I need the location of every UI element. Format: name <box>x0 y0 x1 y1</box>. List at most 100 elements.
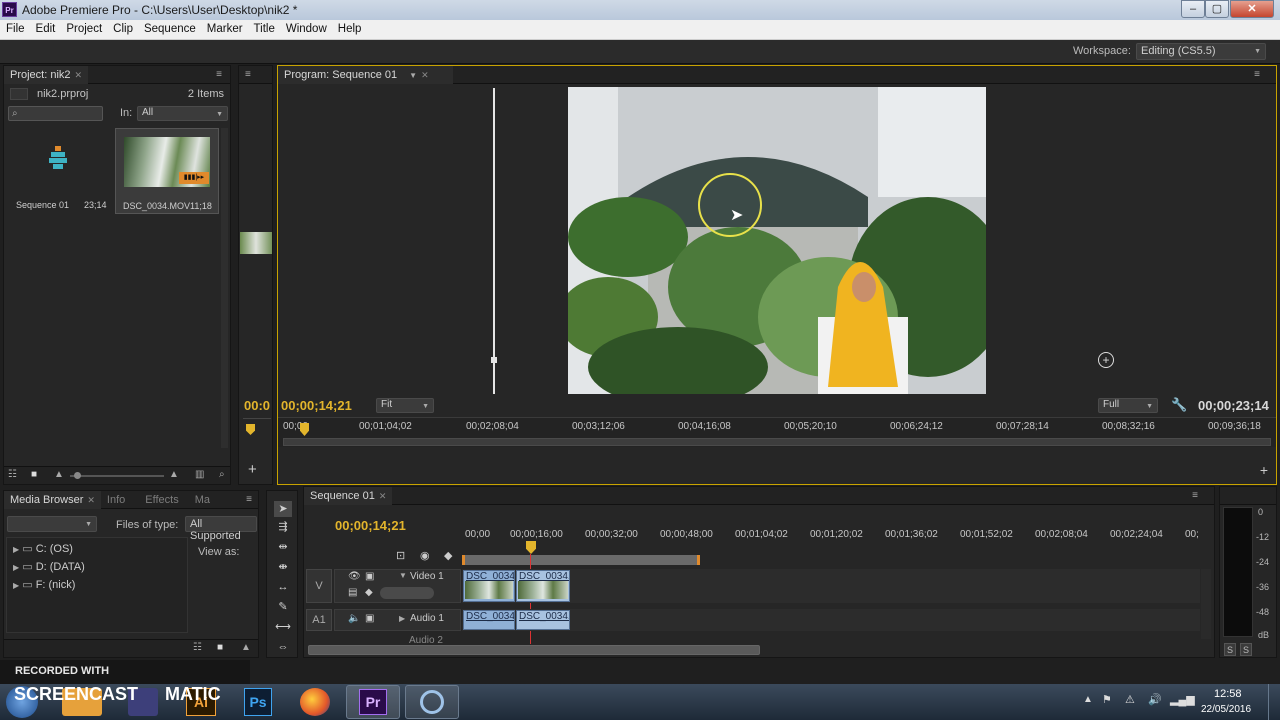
wrench-icon[interactable]: 🔧 <box>1171 397 1187 413</box>
volume-icon[interactable]: 🔊 <box>1148 693 1162 706</box>
minimize-button[interactable]: – <box>1181 0 1205 18</box>
workspace-dropdown[interactable]: Editing (CS5.5) <box>1136 43 1266 60</box>
project-item[interactable]: ▮▮▮|▸▸ DSC_0034.MOV 11;18 <box>115 128 219 214</box>
firefox-icon[interactable] <box>300 688 330 716</box>
timeline-timecode[interactable]: 00;00;14;21 <box>335 518 406 533</box>
audio-track-lane[interactable]: DSC_0034 DSC_0034. <box>462 609 1200 631</box>
ripple-edit-tool-icon[interactable]: ⇹ <box>274 539 292 555</box>
close-icon[interactable]: ✕ <box>87 495 95 505</box>
menu-window[interactable]: Window <box>280 20 332 35</box>
maximize-button[interactable]: ▢ <box>1205 0 1229 18</box>
menu-title[interactable]: Title <box>248 20 280 35</box>
zoom-out-icon[interactable]: ▲ <box>54 469 64 480</box>
signal-icon[interactable]: ▂▄▆ <box>1170 693 1195 706</box>
close-button[interactable]: ✕ <box>1230 0 1274 18</box>
video-track-lane[interactable]: DSC_0034 DSC_0034. <box>462 569 1200 603</box>
source-playhead[interactable] <box>246 424 255 435</box>
menu-help[interactable]: Help <box>332 20 367 35</box>
lock-icon[interactable]: ▣ <box>365 613 374 624</box>
timeline-horizontal-scrollbar[interactable] <box>308 645 760 655</box>
menu-clip[interactable]: Clip <box>107 20 138 35</box>
flag-icon[interactable]: ⚑ <box>1102 693 1112 706</box>
location-dropdown[interactable] <box>7 516 97 532</box>
add-button-icon[interactable]: + <box>1260 462 1268 478</box>
close-icon[interactable]: ✕ <box>379 491 387 501</box>
razor-tool-icon[interactable]: ✎ <box>274 599 292 615</box>
video-clip[interactable]: DSC_0034. <box>516 570 570 602</box>
keyframe-nav[interactable] <box>380 587 434 599</box>
expand-track-icon[interactable]: ▶ <box>399 614 405 623</box>
timeline-playhead[interactable] <box>526 541 536 554</box>
clock-time[interactable]: 12:58 <box>1214 688 1242 700</box>
find-icon[interactable]: ⌕ <box>219 469 225 480</box>
tab-sequence[interactable]: Sequence 01 ✕ <box>304 487 393 505</box>
rate-stretch-tool-icon[interactable]: ↔ <box>274 579 292 595</box>
timeline-ruler[interactable]: 00;00 00;00;16;00 00;00;32;00 00;00;48;0… <box>462 527 1200 644</box>
premiere-taskbar-button[interactable]: Pr <box>346 685 400 719</box>
zoom-icon[interactable]: ▲ <box>241 642 251 653</box>
icon-view-icon[interactable]: ■ <box>31 469 37 480</box>
add-marker-icon[interactable]: ◆ <box>444 549 452 562</box>
zoom-slider[interactable] <box>70 475 164 477</box>
display-style-icon[interactable]: ▤ <box>348 587 357 598</box>
audio-clip[interactable]: DSC_0034 <box>463 610 515 630</box>
expand-icon[interactable]: ▶ <box>13 563 19 572</box>
list-view-icon[interactable]: ☷ <box>193 642 202 653</box>
lock-icon[interactable]: ▣ <box>365 571 374 582</box>
expand-icon[interactable]: ▶ <box>13 581 19 590</box>
timeline-vertical-scrollbar[interactable] <box>1201 569 1211 639</box>
marker-icon[interactable]: ◉ <box>420 549 430 562</box>
media-taskbar-button[interactable] <box>405 685 459 719</box>
zoom-in-icon[interactable]: ▲ <box>169 469 179 480</box>
quality-dropdown[interactable]: Full <box>1098 398 1158 413</box>
keyframe-icon[interactable]: ◆ <box>365 587 373 598</box>
clock-date[interactable]: 22/05/2016 <box>1201 704 1251 715</box>
snap-icon[interactable]: ⊡ <box>396 549 405 562</box>
panel-menu-icon[interactable]: ≡ <box>1254 69 1260 80</box>
panel-menu-icon[interactable]: ≡ <box>245 69 251 80</box>
expand-icon[interactable]: ▶ <box>13 545 19 554</box>
list-view-icon[interactable]: ☷ <box>8 469 17 480</box>
eye-icon[interactable]: 👁 <box>348 571 361 582</box>
project-item[interactable]: Sequence 01 23;14 <box>6 128 112 214</box>
program-current-timecode[interactable]: 00;00;14;21 <box>281 398 352 413</box>
track-target-v[interactable]: V <box>306 569 332 603</box>
menu-file[interactable]: File <box>0 20 30 35</box>
video-frame[interactable]: ➤ <box>568 87 986 394</box>
drive-item[interactable]: ▶ ▭ C: (OS) <box>13 542 73 555</box>
files-of-type-dropdown[interactable]: All Supported <box>185 516 257 542</box>
audio-clip[interactable]: DSC_0034. <box>516 610 570 630</box>
zoom-slider-handle[interactable] <box>74 472 81 479</box>
slide-tool-icon[interactable]: ⇔ <box>274 639 292 655</box>
program-ruler[interactable]: 00;00 00;01;04;02 00;02;08;04 00;03;12;0… <box>278 417 1276 447</box>
expand-track-icon[interactable]: ▼ <box>399 571 407 580</box>
menu-marker[interactable]: Marker <box>201 20 248 35</box>
icon-view-icon[interactable]: ■ <box>217 642 223 653</box>
menu-edit[interactable]: Edit <box>30 20 61 35</box>
panel-menu-icon[interactable]: ≡ <box>246 494 252 505</box>
work-area-bar[interactable] <box>462 555 700 565</box>
rolling-edit-tool-icon[interactable]: ⇼ <box>274 559 292 575</box>
panel-menu-icon[interactable]: ≡ <box>216 69 222 80</box>
chevron-down-icon[interactable]: ▼ <box>409 71 417 80</box>
slip-tool-icon[interactable]: ⟷ <box>274 619 292 635</box>
drive-item[interactable]: ▶ ▭ D: (DATA) <box>13 560 85 573</box>
track-target-a1[interactable]: A1 <box>306 609 332 631</box>
drive-item[interactable]: ▶ ▭ F: (nick) <box>13 578 75 591</box>
close-icon[interactable]: ✕ <box>421 70 429 80</box>
network-icon[interactable]: ⚠ <box>1125 693 1135 706</box>
tab-effects[interactable]: Effects <box>139 491 184 509</box>
show-desktop-button[interactable] <box>1268 684 1280 720</box>
close-icon[interactable]: ✕ <box>75 70 83 80</box>
solo-right-button[interactable]: S <box>1240 643 1252 656</box>
program-zoom-bar[interactable] <box>283 438 1271 446</box>
video-clip[interactable]: DSC_0034 <box>463 570 515 602</box>
search-input[interactable]: ⌕ <box>8 106 103 121</box>
panel-menu-icon[interactable]: ≡ <box>1192 490 1198 501</box>
selection-tool-icon[interactable]: ➤ <box>274 501 292 517</box>
solo-left-button[interactable]: S <box>1224 643 1236 656</box>
tab-info[interactable]: Info <box>101 491 131 509</box>
in-dropdown[interactable]: All <box>137 106 228 121</box>
menu-project[interactable]: Project <box>60 20 107 35</box>
track-select-tool-icon[interactable]: ⇶ <box>274 519 292 535</box>
